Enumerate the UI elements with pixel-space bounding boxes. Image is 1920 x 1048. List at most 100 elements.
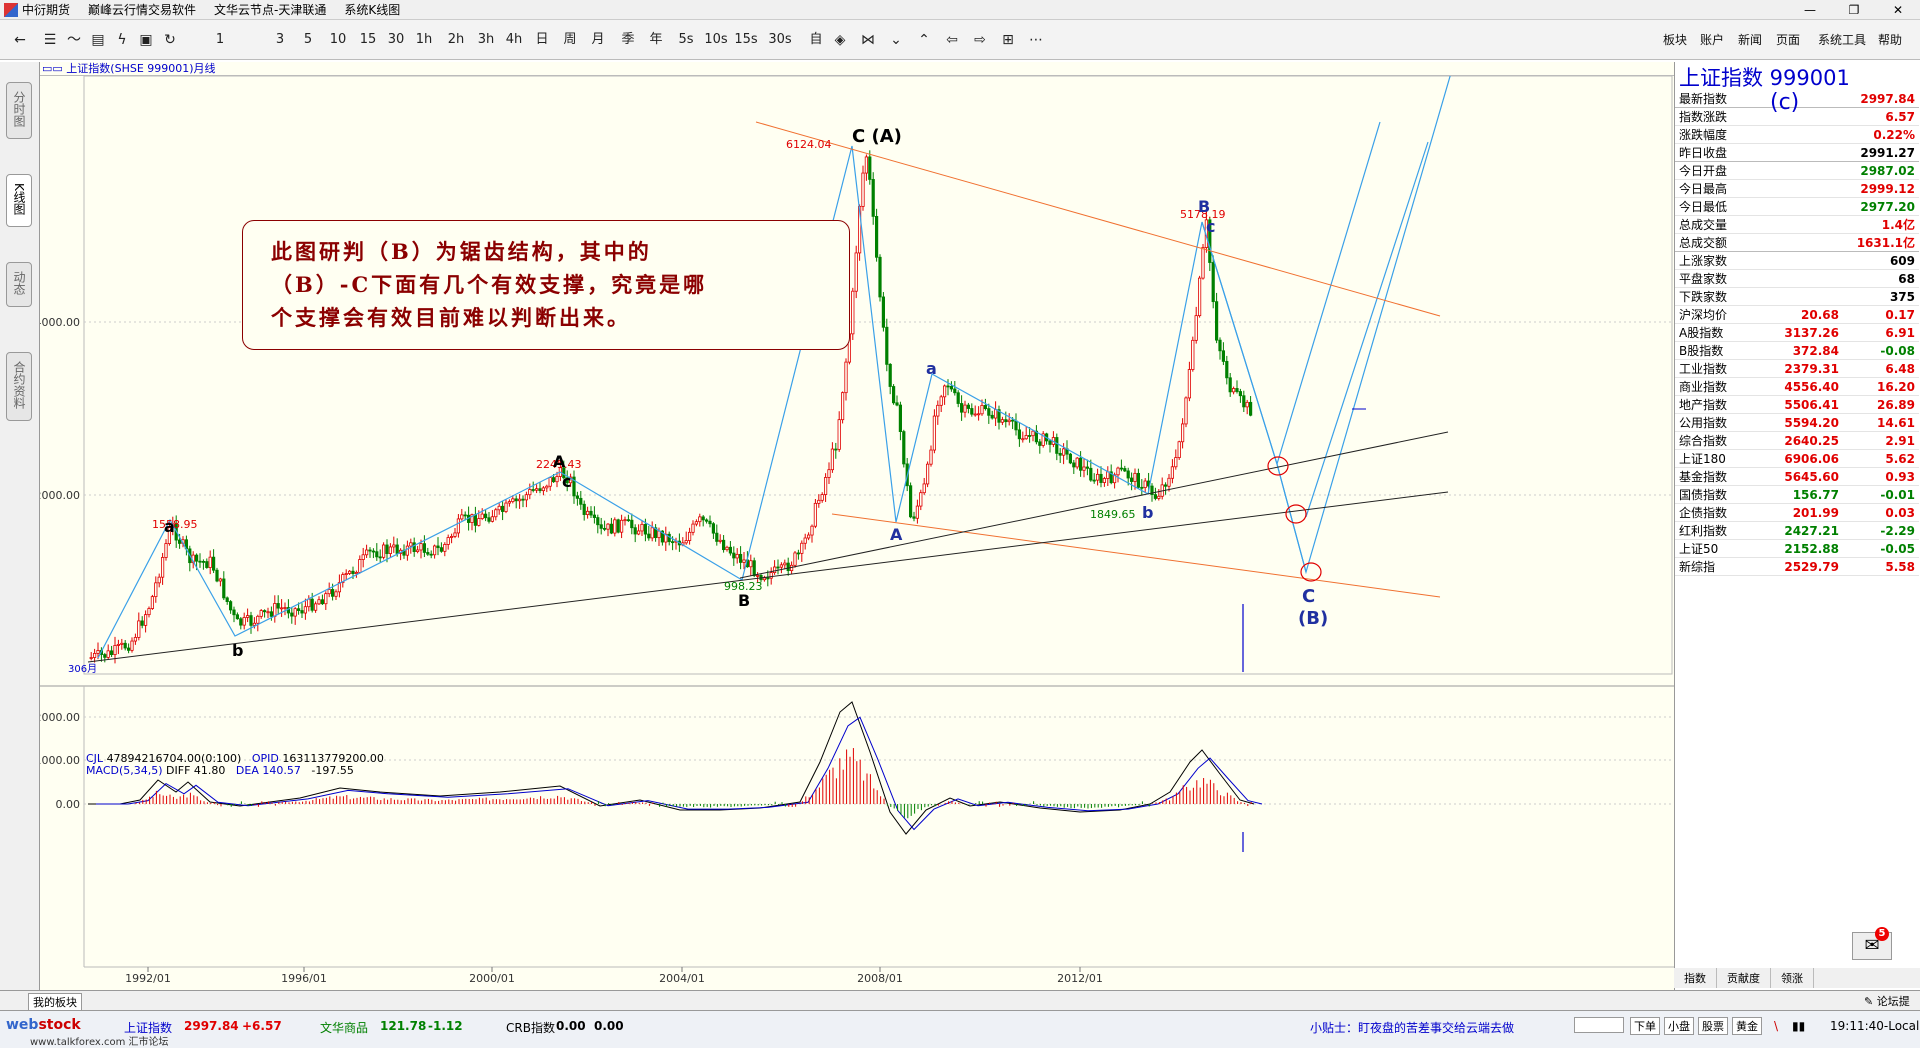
tab-dynamic[interactable]: 动态 bbox=[6, 262, 32, 307]
minimize-icon[interactable]: — bbox=[1788, 0, 1832, 20]
period-button[interactable]: 4h bbox=[502, 31, 526, 49]
list-icon[interactable]: ☰ bbox=[40, 31, 60, 49]
period-button[interactable]: 1 bbox=[208, 31, 232, 49]
chevron-down-icon[interactable]: ⌄ bbox=[886, 31, 906, 49]
period-button[interactable]: 15 bbox=[356, 31, 380, 49]
index-row[interactable]: 基金指数 5645.60 0.93 bbox=[1675, 468, 1919, 486]
period-button[interactable]: 1h bbox=[412, 31, 436, 49]
candle bbox=[586, 510, 590, 515]
index-row[interactable]: 国债指数 156.77 -0.01 bbox=[1675, 486, 1919, 504]
period-button[interactable]: 5s bbox=[674, 31, 698, 49]
period-button[interactable]: 季 bbox=[616, 31, 640, 49]
index-row[interactable]: 上证50 2152.88 -0.05 bbox=[1675, 540, 1919, 558]
back-icon[interactable]: ← bbox=[10, 31, 30, 49]
index-row[interactable]: 新综指 2529.79 5.58 bbox=[1675, 558, 1919, 576]
candle bbox=[936, 404, 940, 417]
menu-item[interactable]: 帮助 bbox=[1878, 31, 1902, 48]
index-value: 156.77 bbox=[1792, 488, 1839, 502]
candle bbox=[854, 252, 858, 292]
period-button[interactable]: 3 bbox=[268, 31, 292, 49]
kline-chart-svg[interactable]: 4000.00 2000.00 2000.00 1000.00 0.00 1992/01 1… bbox=[40, 62, 1674, 990]
tab-contribution[interactable]: 贡献度 bbox=[1717, 968, 1771, 988]
refresh-icon[interactable]: ↻ bbox=[160, 31, 180, 49]
index-row[interactable]: 红利指数 2427.21 -2.29 bbox=[1675, 522, 1919, 540]
candle bbox=[245, 615, 250, 618]
index-row[interactable]: 地产指数 5506.41 26.89 bbox=[1675, 396, 1919, 414]
index-row[interactable]: 上证180 6906.06 5.62 bbox=[1675, 450, 1919, 468]
period-button[interactable]: 年 bbox=[644, 31, 668, 49]
zoom-icon[interactable]: ⋈ bbox=[858, 31, 878, 49]
candle bbox=[922, 483, 926, 494]
menu-item[interactable]: 账户 bbox=[1700, 31, 1724, 48]
candle bbox=[443, 544, 447, 552]
index-row[interactable]: 沪深均价 20.68 0.17 bbox=[1675, 306, 1919, 324]
menu-item[interactable]: 页面 bbox=[1776, 31, 1800, 48]
menu-item[interactable]: 新闻 bbox=[1738, 31, 1762, 48]
mail-icon[interactable]: ✉ 5 bbox=[1852, 927, 1892, 960]
index-row[interactable]: 商业指数 4556.40 16.20 bbox=[1675, 378, 1919, 396]
order-button[interactable]: 下单 bbox=[1630, 1017, 1660, 1035]
candle bbox=[888, 363, 892, 387]
index-row[interactable]: 公用指数 5594.20 14.61 bbox=[1675, 414, 1919, 432]
index-row[interactable]: 综合指数 2640.25 2.91 bbox=[1675, 432, 1919, 450]
period-button[interactable]: 10 bbox=[326, 31, 350, 49]
candle bbox=[500, 505, 505, 512]
menu-item[interactable]: 系统工具 bbox=[1818, 31, 1866, 48]
candle bbox=[1232, 388, 1236, 393]
next-icon[interactable]: ⇨ bbox=[970, 31, 990, 49]
index-row[interactable]: A股指数 3137.26 6.91 bbox=[1675, 324, 1919, 342]
index-row[interactable]: 工业指数 2379.31 6.48 bbox=[1675, 360, 1919, 378]
ticker2-name[interactable]: 文华商品 bbox=[320, 1019, 368, 1036]
period-button[interactable]: 15s bbox=[734, 31, 758, 49]
server-name[interactable]: 文华云节点-天津联通 bbox=[214, 1, 326, 18]
tab-contract-info[interactable]: 合约资料 bbox=[6, 352, 32, 421]
menu-item[interactable]: 板块 bbox=[1663, 31, 1687, 48]
tab-index[interactable]: 指数 bbox=[1674, 968, 1717, 988]
period-button[interactable]: 30 bbox=[384, 31, 408, 49]
quick-input[interactable] bbox=[1574, 1017, 1624, 1033]
chart-icon[interactable]: ▤ bbox=[88, 31, 108, 49]
candle bbox=[943, 385, 947, 398]
period-button[interactable]: 自 bbox=[804, 31, 828, 49]
quote-name: 最新指数 bbox=[1679, 92, 1728, 106]
period-button[interactable]: 月 bbox=[586, 31, 610, 49]
small-cap-button[interactable]: 小盘 bbox=[1664, 1017, 1694, 1035]
tab-kline[interactable]: K线图 bbox=[6, 174, 32, 227]
ticker1-name[interactable]: 上证指数 bbox=[124, 1019, 172, 1036]
flash-icon[interactable]: ϟ bbox=[112, 31, 132, 49]
chevron-up-icon[interactable]: ⌃ bbox=[914, 31, 934, 49]
restore-icon[interactable]: ❐ bbox=[1832, 0, 1876, 20]
index-row[interactable]: 企债指数 201.99 0.03 bbox=[1675, 504, 1919, 522]
close-icon[interactable]: ✕ bbox=[1876, 0, 1920, 20]
period-button[interactable]: 2h bbox=[444, 31, 468, 49]
quote-row: 上涨家数 609 bbox=[1675, 252, 1919, 270]
index-row[interactable]: B股指数 372.84 -0.08 bbox=[1675, 342, 1919, 360]
period-button[interactable]: 30s bbox=[768, 31, 792, 49]
period-button[interactable]: 10s bbox=[704, 31, 728, 49]
menu-system-kline[interactable]: 系统K线图 bbox=[344, 1, 400, 18]
stock-button[interactable]: 股票 bbox=[1698, 1017, 1728, 1035]
quote-value: 68 bbox=[1898, 272, 1915, 286]
candle bbox=[803, 537, 807, 544]
period-button[interactable]: 5 bbox=[296, 31, 320, 49]
support-line bbox=[87, 491, 1449, 663]
period-button[interactable]: 日 bbox=[530, 31, 554, 49]
tab-leaders[interactable]: 领涨 bbox=[1771, 968, 1814, 988]
candle bbox=[722, 539, 726, 551]
kline-chart-area[interactable]: 4000.00 2000.00 2000.00 1000.00 0.00 1992/01 1… bbox=[40, 62, 1674, 990]
period-button[interactable]: 3h bbox=[474, 31, 498, 49]
ticker3-name[interactable]: CRB指数 bbox=[506, 1019, 555, 1036]
line-icon[interactable]: 〜 bbox=[64, 31, 84, 49]
candle bbox=[330, 589, 335, 597]
crosshair-icon[interactable]: ◈ bbox=[830, 31, 850, 49]
more-icon[interactable]: ⋯ bbox=[1026, 31, 1046, 49]
save-icon[interactable]: ▣ bbox=[136, 31, 156, 49]
my-block-button[interactable]: 我的板块 bbox=[28, 993, 82, 1011]
tab-timeshare[interactable]: 分时图 bbox=[6, 82, 32, 139]
period-button[interactable]: 周 bbox=[558, 31, 582, 49]
grid-icon[interactable]: ⊞ bbox=[998, 31, 1018, 49]
gold-button[interactable]: 黄金 bbox=[1732, 1017, 1762, 1035]
quote-value: 6.57 bbox=[1885, 110, 1915, 124]
prev-icon[interactable]: ⇦ bbox=[942, 31, 962, 49]
quote-name: 总成交量 bbox=[1679, 218, 1728, 232]
